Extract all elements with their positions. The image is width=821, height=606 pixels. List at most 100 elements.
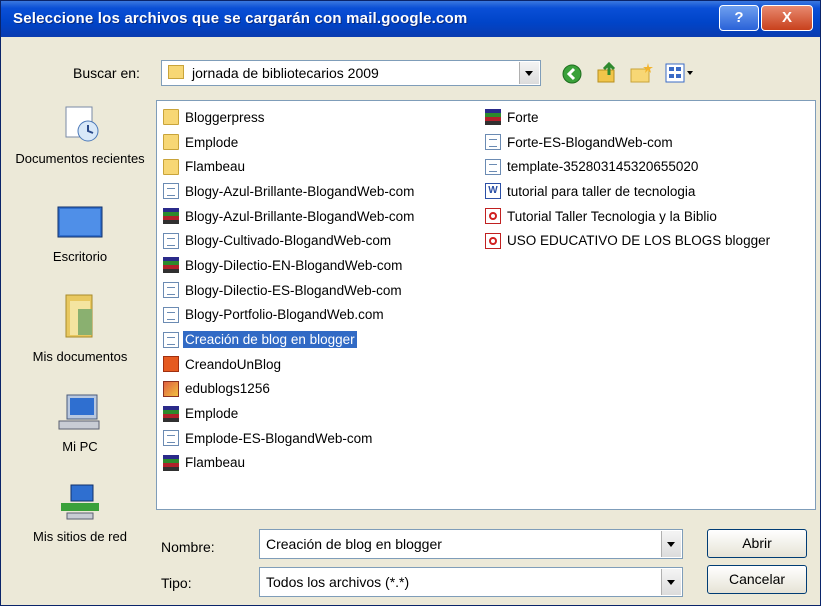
rar-icon [163, 454, 179, 471]
open-button[interactable]: Abrir [707, 529, 807, 558]
folder-icon [163, 109, 179, 126]
place-desktop[interactable]: Escritorio [11, 203, 149, 265]
file-item[interactable]: Flambeau [163, 154, 416, 179]
place-label: Escritorio [52, 249, 108, 264]
back-icon[interactable] [561, 63, 583, 85]
file-name: Blogy-Azul-Brillante-BlogandWeb-com [185, 183, 415, 199]
chevron-down-icon[interactable] [519, 62, 539, 84]
file-name: USO EDUCATIVO DE LOS BLOGS blogger [507, 233, 771, 249]
file-item[interactable]: Wtutorial para taller de tecnologia [485, 179, 772, 204]
doc-icon [485, 134, 501, 151]
desktop-icon [57, 206, 103, 238]
network-places-icon [61, 484, 99, 520]
look-in-dropdown[interactable]: jornada de bibliotecarios 2009 [161, 60, 541, 86]
doc-icon [163, 282, 179, 299]
ppt-icon [163, 356, 179, 373]
file-list-column-1: Bloggerpress Emplode Flambeau Blogy-Azul-Br… [163, 105, 416, 475]
cancel-button[interactable]: Cancelar [707, 565, 807, 594]
folder-icon [163, 134, 179, 151]
file-item[interactable]: Blogy-Dilectio-EN-BlogandWeb-com [163, 253, 416, 278]
file-name: Blogy-Dilectio-ES-BlogandWeb-com [185, 282, 402, 298]
close-button[interactable]: X [761, 5, 813, 31]
file-item[interactable]: Flambeau [163, 451, 416, 476]
file-name: Creación de blog en blogger [183, 331, 357, 349]
file-name: tutorial para taller de tecnologia [507, 183, 696, 199]
my-documents-icon [65, 294, 93, 338]
place-my-documents[interactable]: Mis documentos [11, 291, 149, 365]
rar-icon [485, 109, 501, 126]
doc-icon [485, 158, 501, 175]
file-name: Emplode-ES-BlogandWeb-com [185, 430, 373, 446]
title-bar[interactable]: Seleccione los archivos que se cargarán … [1, 1, 820, 37]
file-name: Flambeau [185, 455, 246, 471]
filename-value: Creación de blog en blogger [266, 536, 442, 552]
file-list[interactable]: Bloggerpress Emplode Flambeau Blogy-Azul-Br… [156, 100, 816, 510]
file-name: Emplode [185, 134, 239, 150]
file-item[interactable]: Blogy-Portfolio-BlogandWeb.com [163, 303, 416, 328]
file-name: Forte [507, 109, 539, 125]
view-menu-icon[interactable] [665, 63, 695, 83]
my-computer-icon [58, 394, 100, 430]
doc-icon [163, 232, 179, 249]
file-item[interactable]: Bloggerpress [163, 105, 416, 130]
filetype-label: Tipo: [161, 575, 192, 591]
file-item[interactable]: Forte [485, 105, 772, 130]
file-name: Blogy-Portfolio-BlogandWeb.com [185, 307, 384, 323]
look-in-label: Buscar en: [73, 65, 140, 81]
dialog-title: Seleccione los archivos que se cargarán … [13, 10, 468, 27]
recent-documents-icon [65, 106, 99, 142]
new-folder-icon[interactable] [629, 61, 655, 85]
file-name: Forte-ES-BlogandWeb-com [507, 134, 673, 150]
file-name: CreandoUnBlog [185, 356, 282, 372]
file-name: Blogy-Dilectio-EN-BlogandWeb-com [185, 257, 403, 273]
file-item[interactable]: Blogy-Azul-Brillante-BlogandWeb-com [163, 179, 416, 204]
filetype-dropdown[interactable]: Todos los archivos (*.*) [259, 567, 683, 597]
file-name: Blogy-Azul-Brillante-BlogandWeb-com [185, 208, 415, 224]
file-item[interactable]: template-352803145320655020 [485, 154, 772, 179]
file-open-dialog: Seleccione los archivos que se cargarán … [0, 0, 821, 606]
file-item[interactable]: Creación de blog en blogger [163, 327, 416, 352]
places-bar: Documentos recientes Escritorio Mis docu… [11, 91, 149, 544]
doc-icon [163, 331, 179, 348]
chevron-down-icon[interactable] [661, 531, 681, 557]
place-label: Documentos recientes [15, 151, 145, 166]
file-name: Tutorial Taller Tecnologia y la Biblio [507, 208, 717, 224]
place-label: Mis documentos [32, 349, 128, 364]
file-item[interactable]: edublogs1256 [163, 377, 416, 402]
file-item[interactable]: Emplode [163, 130, 416, 155]
place-label: Mis sitios de red [33, 529, 127, 544]
up-one-level-icon[interactable] [595, 61, 619, 85]
look-in-value: jornada de bibliotecarios 2009 [192, 65, 379, 81]
file-item[interactable]: Forte-ES-BlogandWeb-com [485, 130, 772, 155]
file-item[interactable]: Blogy-Azul-Brillante-BlogandWeb-com [163, 204, 416, 229]
doc-icon [163, 430, 179, 447]
file-item[interactable]: Emplode-ES-BlogandWeb-com [163, 426, 416, 451]
file-list-column-2: Forte Forte-ES-BlogandWeb-com template-352… [485, 105, 772, 253]
file-item[interactable]: Tutorial Taller Tecnologia y la Biblio [485, 204, 772, 229]
folder-icon [163, 158, 179, 175]
file-item[interactable]: USO EDUCATIVO DE LOS BLOGS blogger [485, 228, 772, 253]
file-name: Blogy-Cultivado-BlogandWeb-com [185, 233, 392, 249]
file-name: Bloggerpress [185, 109, 265, 125]
filetype-value: Todos los archivos (*.*) [266, 574, 410, 590]
file-item[interactable]: Emplode [163, 401, 416, 426]
help-button[interactable]: ? [719, 5, 759, 31]
file-name: Flambeau [185, 159, 246, 175]
place-recent-documents[interactable]: Documentos recientes [11, 101, 149, 167]
word-icon: W [485, 183, 501, 200]
file-item[interactable]: Blogy-Cultivado-BlogandWeb-com [163, 228, 416, 253]
place-network[interactable]: Mis sitios de red [11, 483, 149, 545]
file-item[interactable]: Blogy-Dilectio-ES-BlogandWeb-com [163, 278, 416, 303]
pdf-icon [485, 208, 501, 225]
file-name: edublogs1256 [185, 381, 270, 397]
rar-icon [163, 405, 179, 422]
doc-icon [163, 183, 179, 200]
pdf-icon [485, 232, 501, 249]
folder-icon [168, 65, 184, 79]
file-item[interactable]: CreandoUnBlog [163, 352, 416, 377]
place-label: Mi PC [62, 439, 98, 454]
place-my-computer[interactable]: Mi PC [11, 393, 149, 455]
rar-icon [163, 208, 179, 225]
filename-input[interactable]: Creación de blog en blogger [259, 529, 683, 559]
chevron-down-icon[interactable] [661, 569, 681, 595]
